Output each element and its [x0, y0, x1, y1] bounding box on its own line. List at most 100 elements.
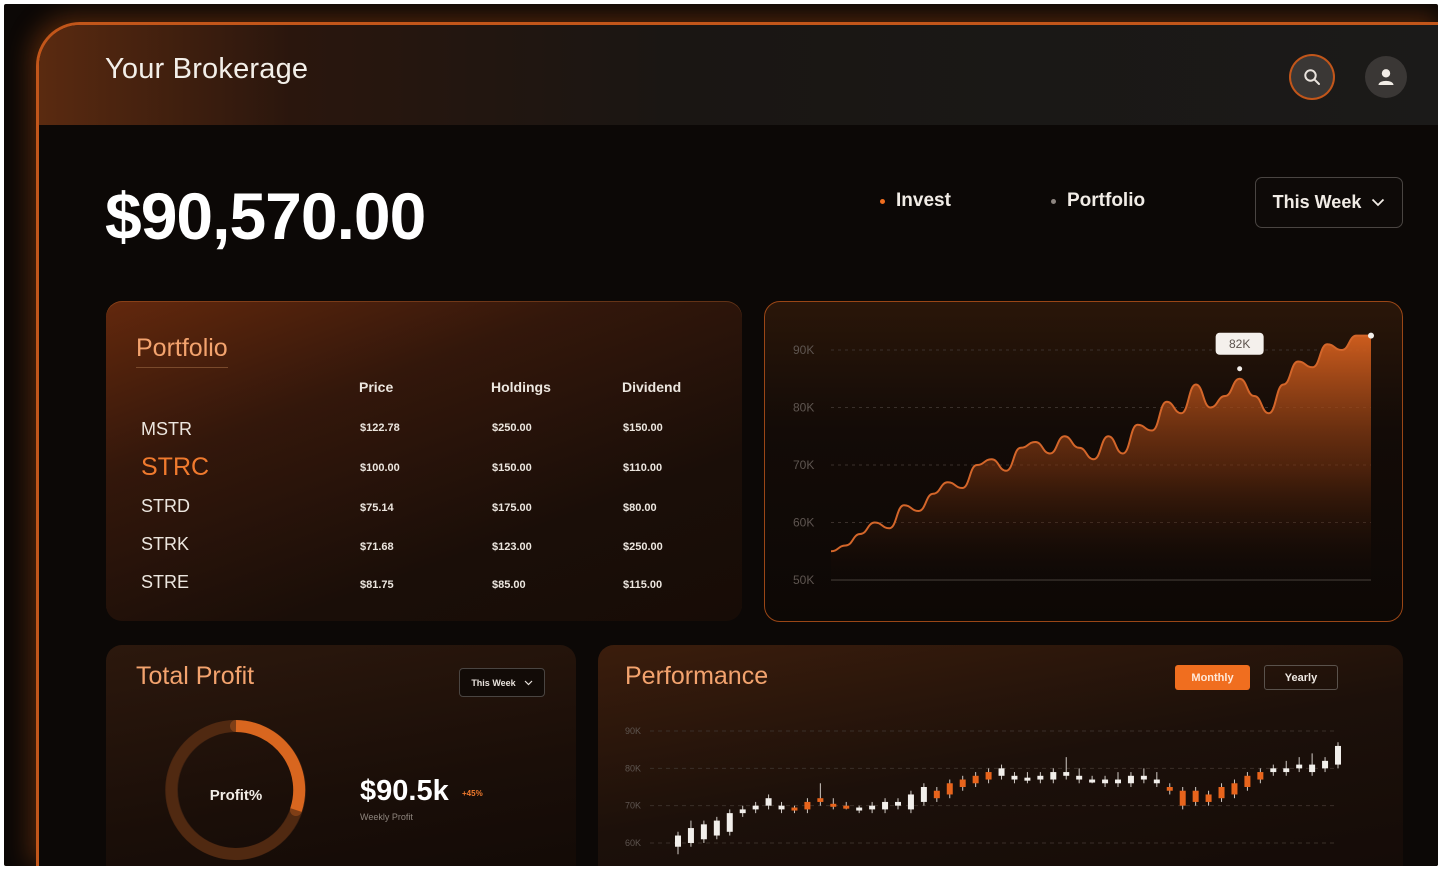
candle-body	[804, 801, 811, 810]
table-cell-holdings: $123.00	[492, 541, 532, 553]
candle-body	[1102, 779, 1109, 784]
candle-body	[946, 783, 953, 795]
candle-body	[1244, 775, 1251, 787]
candlestick	[1089, 775, 1096, 784]
candlestick	[843, 801, 850, 810]
candle-body	[1089, 779, 1096, 783]
y-tick-label: 90K	[625, 726, 641, 736]
candle-body	[1192, 790, 1199, 802]
candlestick	[804, 798, 811, 814]
candlestick	[882, 798, 889, 814]
profit-subtitle: Weekly Profit	[360, 812, 413, 822]
candlestick	[1024, 772, 1031, 784]
table-row-ticker[interactable]: MSTR	[141, 419, 192, 440]
candle-body	[1140, 775, 1147, 780]
candlestick	[1153, 772, 1160, 787]
account-balance: $90,570.00	[105, 179, 426, 253]
series-end-point	[1368, 332, 1374, 339]
candle-body	[817, 798, 824, 802]
table-row-ticker[interactable]: STRE	[141, 572, 189, 593]
candlestick	[713, 816, 720, 840]
candle-body	[972, 775, 979, 784]
candle-body	[933, 790, 940, 799]
profit-value: $90.5k	[360, 775, 449, 807]
nav-portfolio-label: Portfolio	[1067, 190, 1146, 211]
monthly-toggle[interactable]: Monthly	[1175, 665, 1250, 690]
search-button[interactable]	[1291, 56, 1333, 98]
table-cell-price: $75.14	[360, 502, 394, 514]
table-row-ticker[interactable]: STRD	[141, 496, 190, 517]
period-select[interactable]: This Week	[1255, 177, 1403, 228]
inactive-dot	[1051, 198, 1056, 204]
tooltip-label: 82K	[1229, 337, 1250, 351]
candlestick	[1127, 772, 1134, 787]
candle-body	[1076, 775, 1083, 780]
candle-body	[1037, 775, 1044, 780]
candlestick	[1309, 753, 1316, 776]
portfolio-card: Portfolio Price Holdings Dividend MSTR $…	[106, 301, 742, 621]
performance-candlestick-chart[interactable]: 90K 80K 70K 60K	[598, 715, 1403, 866]
performance-title: Performance	[625, 662, 769, 690]
chevron-down-icon	[524, 680, 533, 685]
y-tick-label: 60K	[625, 838, 641, 848]
candlestick	[869, 801, 876, 814]
candlestick	[1192, 787, 1199, 806]
profit-period-select[interactable]: This Week	[459, 668, 545, 697]
candlestick	[1335, 742, 1341, 769]
candle-body	[920, 787, 927, 802]
candle-body	[998, 768, 1005, 776]
candle-body	[1231, 783, 1238, 795]
profit-period-value: This Week	[471, 677, 516, 688]
candle-body	[959, 779, 966, 787]
candlestick	[946, 779, 953, 799]
candlestick	[778, 801, 785, 814]
candle-body	[1024, 777, 1031, 781]
candlestick	[1166, 783, 1173, 795]
candlestick	[739, 805, 746, 817]
tooltip: 82K	[1215, 332, 1264, 372]
chevron-down-icon	[1372, 198, 1385, 207]
candle-body	[1179, 790, 1186, 806]
table-cell-holdings: $250.00	[492, 422, 532, 434]
candlestick	[1050, 768, 1057, 784]
candle-body	[1335, 745, 1341, 765]
profit-change-badge: +45%	[462, 789, 483, 798]
y-tick-label: 50K	[793, 573, 814, 587]
y-tick-label: 70K	[793, 458, 814, 472]
value-area-chart[interactable]: 90K 80K 70K 60K 50K 82K	[765, 302, 1402, 621]
active-dot	[880, 198, 885, 204]
table-cell-dividend: $110.00	[623, 462, 663, 474]
candlestick	[998, 764, 1005, 780]
candlestick	[1011, 772, 1018, 784]
yearly-toggle[interactable]: Yearly	[1264, 665, 1338, 690]
candle-body	[1283, 768, 1290, 773]
candlestick	[817, 783, 824, 806]
candle-body	[1115, 779, 1121, 784]
user-icon	[1378, 69, 1394, 85]
candle-body	[1127, 775, 1134, 784]
candle-body	[1011, 775, 1018, 780]
candlestick	[1244, 772, 1251, 791]
table-row-ticker-highlighted[interactable]: STRC	[141, 453, 209, 482]
top-bar: Your Brokerage	[39, 25, 1438, 125]
candle-body	[752, 805, 759, 810]
candlestick	[830, 798, 837, 810]
candlestick	[726, 809, 733, 836]
nav-portfolio[interactable]: Portfolio	[1051, 190, 1145, 212]
profile-button[interactable]	[1365, 56, 1407, 98]
candlestick	[1270, 764, 1277, 776]
table-row-ticker[interactable]: STRK	[141, 534, 189, 555]
candlestick	[920, 783, 927, 806]
candle-body	[675, 835, 681, 847]
nav-invest[interactable]: Invest	[880, 190, 951, 212]
candle-body	[1063, 772, 1070, 776]
column-header-dividend: Dividend	[622, 379, 682, 395]
candle-body	[907, 794, 914, 810]
candlestick	[1322, 757, 1329, 773]
table-cell-dividend: $115.00	[623, 579, 663, 591]
app-title: Your Brokerage	[105, 53, 309, 85]
candle-body	[1296, 764, 1303, 769]
candlestick	[791, 805, 798, 814]
candlestick	[1296, 757, 1303, 773]
total-profit-card: Total Profit This Week Profit% $90.5k +4…	[106, 645, 576, 866]
